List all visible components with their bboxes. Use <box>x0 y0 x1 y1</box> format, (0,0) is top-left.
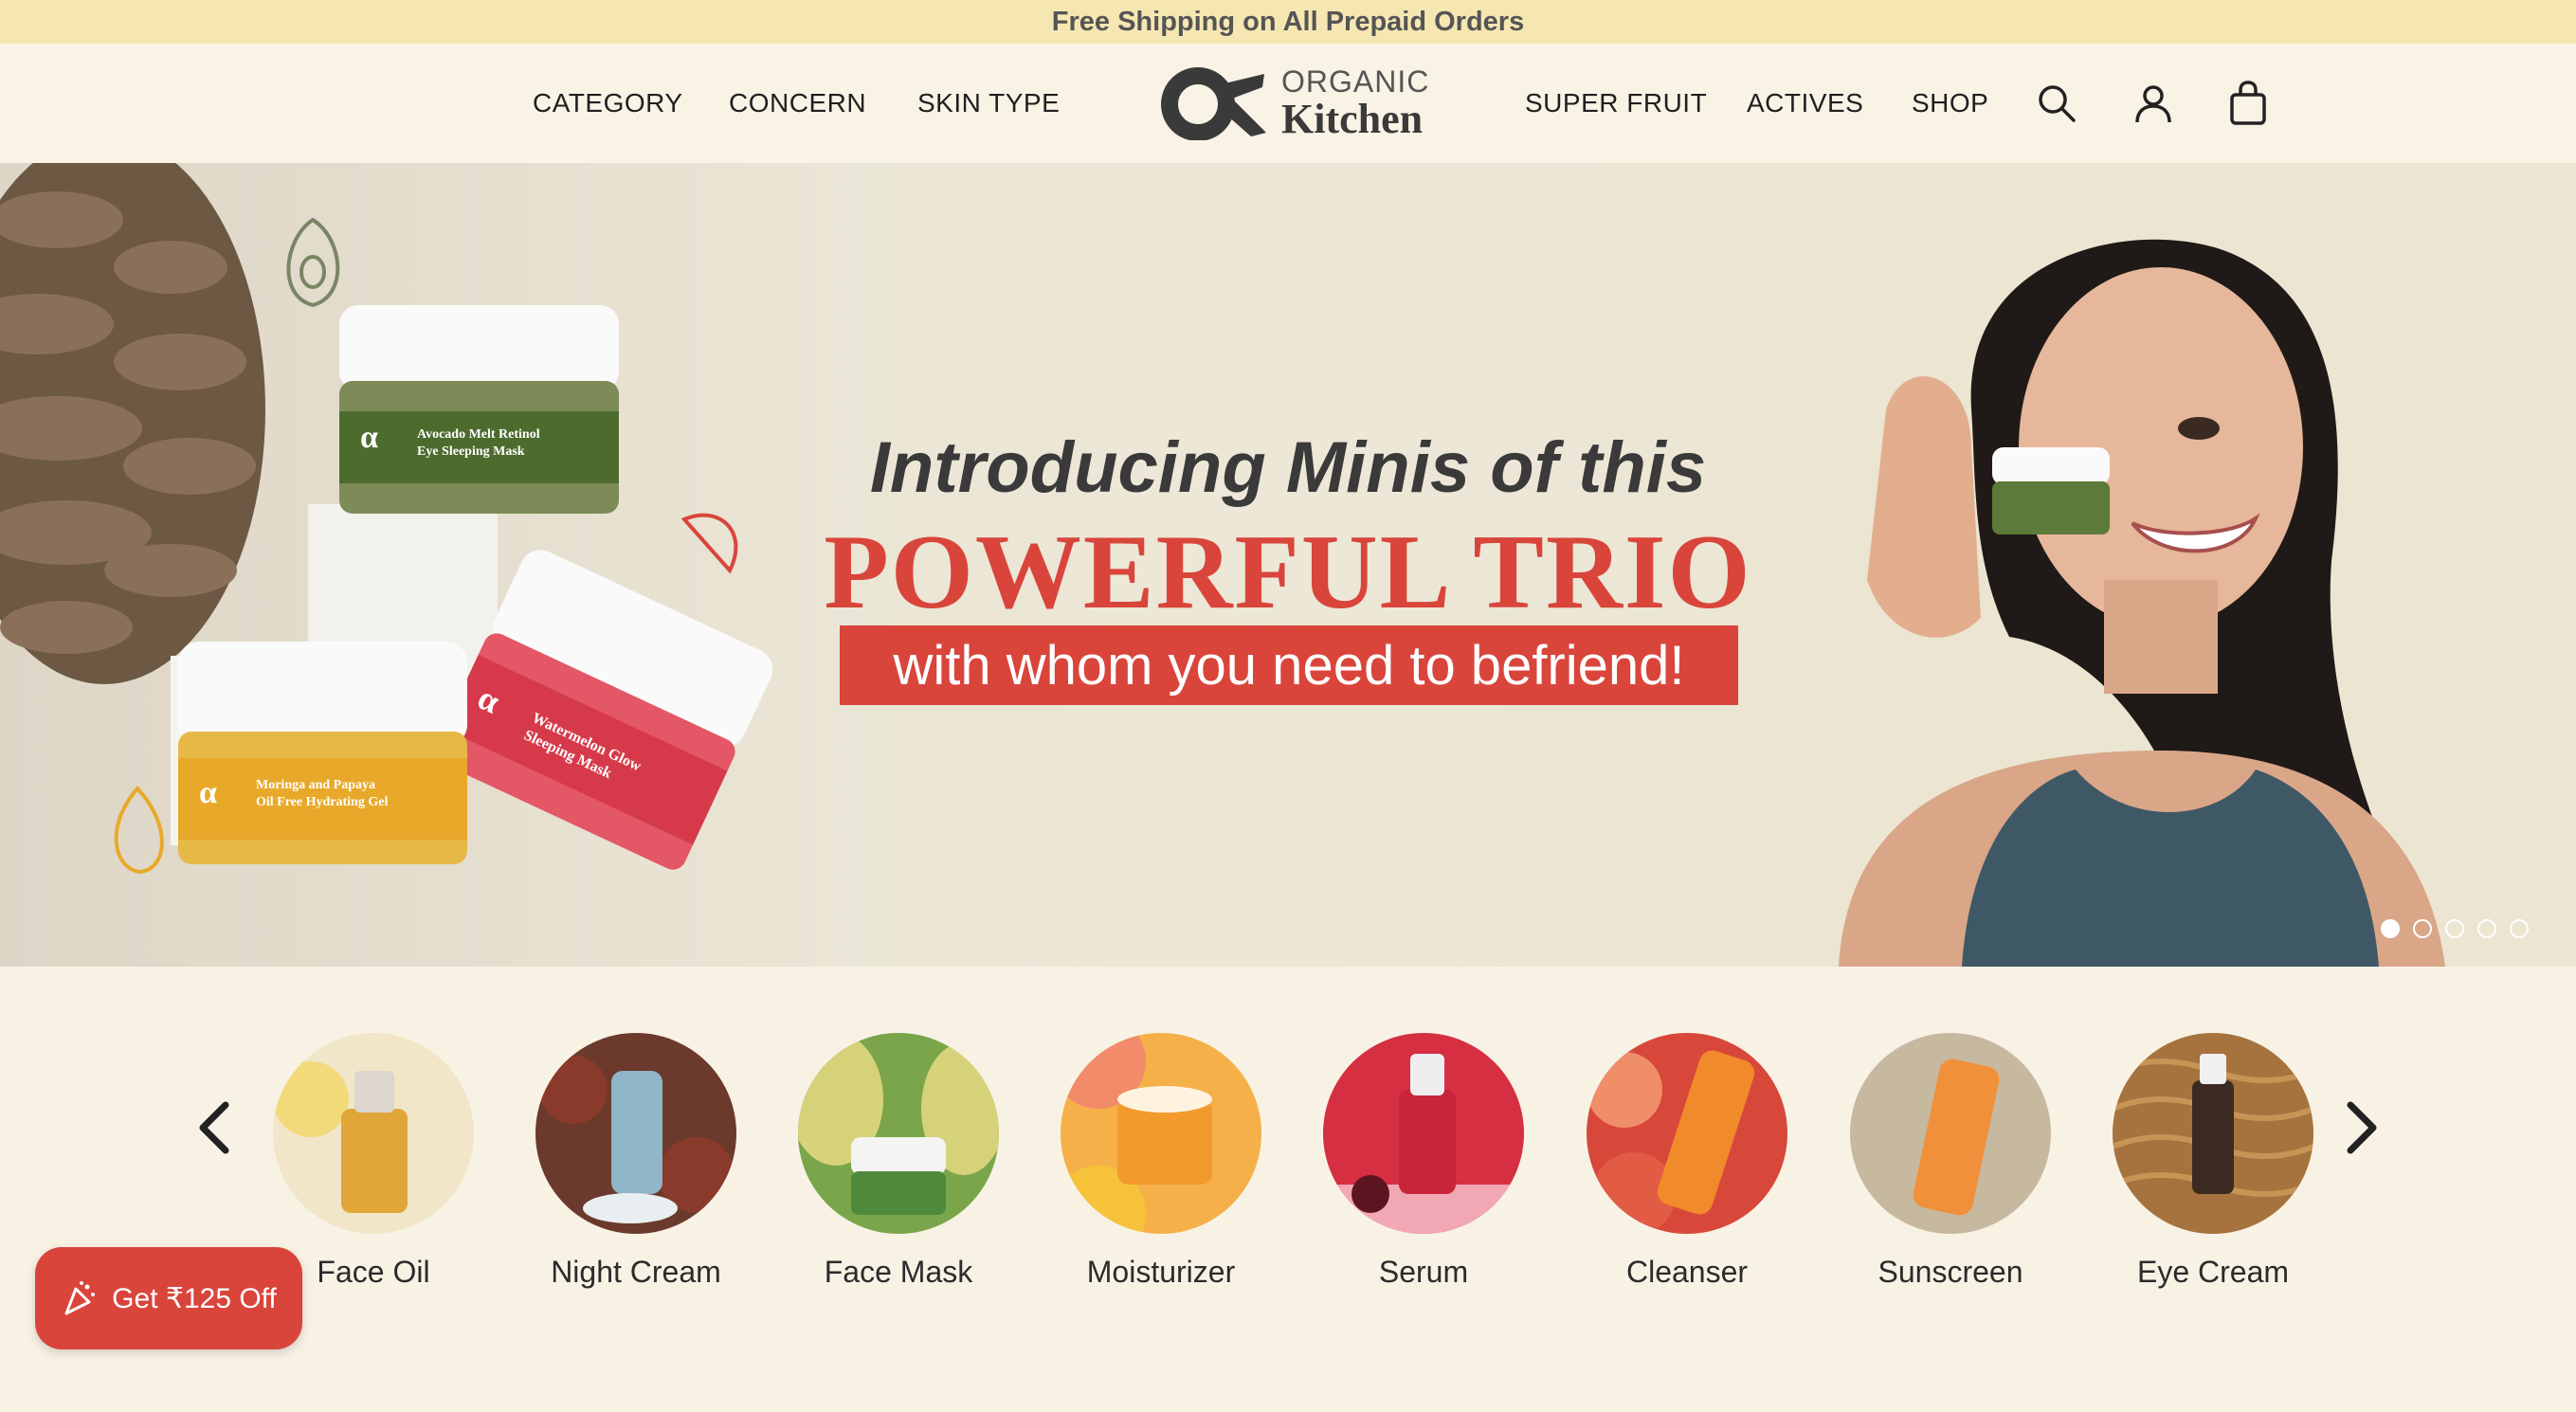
logo-mark-icon <box>1160 66 1272 141</box>
category-label: Face Mask <box>824 1255 973 1289</box>
nav-category[interactable]: CATEGORY <box>533 44 683 163</box>
announcement-bar: Free Shipping on All Prepaid Orders <box>0 0 2576 44</box>
hero-banner[interactable]: α Avocado Melt Retinol Eye Sleeping Mask… <box>0 163 2576 967</box>
carousel-dot-3[interactable] <box>2445 919 2464 938</box>
category-cleanser[interactable]: Cleanser <box>1583 1033 1791 1290</box>
yellow-jar-image: α Moringa and Papaya Oil Free Hydrating … <box>178 642 467 864</box>
category-eye-cream[interactable]: Eye Cream <box>2109 1033 2317 1290</box>
category-sunscreen[interactable]: Sunscreen <box>1846 1033 2055 1290</box>
party-popper-icon <box>64 1281 96 1315</box>
category-face-oil[interactable]: Face Oil <box>269 1033 478 1290</box>
svg-text:α: α <box>199 775 217 810</box>
category-cleanser-image <box>1587 1033 1787 1234</box>
category-label: Moisturizer <box>1086 1255 1236 1289</box>
nav-actives[interactable]: ACTIVES <box>1747 44 1863 163</box>
category-label: Face Oil <box>317 1255 430 1289</box>
nav-skin-type[interactable]: SKIN TYPE <box>917 44 1060 163</box>
logo-text-bottom: Kitchen <box>1281 96 1424 142</box>
category-moisturizer[interactable]: Moisturizer <box>1057 1033 1265 1290</box>
category-serum-image <box>1323 1033 1524 1234</box>
svg-text:Moringa and Papaya: Moringa and Papaya <box>256 778 375 792</box>
hero-line-2: POWERFUL TRIO <box>824 514 1752 631</box>
brand-logo[interactable]: ORGANIC Kitchen <box>1160 63 1428 144</box>
category-moisturizer-image <box>1061 1033 1261 1234</box>
hero-subtitle-box: with whom you need to befriend! <box>840 625 1738 705</box>
carousel-dot-4[interactable] <box>2477 919 2496 938</box>
category-sunscreen-image <box>1850 1033 2051 1234</box>
user-icon[interactable] <box>2130 80 2177 127</box>
carousel-prev-arrow-icon[interactable] <box>186 1090 243 1166</box>
category-label: Eye Cream <box>2136 1255 2290 1289</box>
svg-text:Oil Free Hydrating Gel: Oil Free Hydrating Gel <box>256 795 388 809</box>
carousel-dots <box>2381 919 2529 938</box>
hero-line-3: with whom you need to befriend! <box>893 634 1685 697</box>
category-label: Cleanser <box>1625 1255 1749 1289</box>
hero-headline: Introducing Minis of this <box>0 426 2576 509</box>
carousel-dot-1[interactable] <box>2381 919 2400 938</box>
coupon-button[interactable]: Get ₹125 Off <box>35 1247 302 1349</box>
category-serum[interactable]: Serum <box>1319 1033 1528 1290</box>
hero-title: POWERFUL TRIO <box>0 512 2576 634</box>
announcement-text: Free Shipping on All Prepaid Orders <box>1051 6 1525 37</box>
category-label: Sunscreen <box>1878 1255 2023 1289</box>
shopping-bag-icon[interactable] <box>2224 80 2272 127</box>
category-label: Night Cream <box>551 1255 721 1289</box>
carousel-dot-5[interactable] <box>2510 919 2529 938</box>
nav-shop[interactable]: SHOP <box>1912 44 1988 163</box>
coupon-label: Get ₹125 Off <box>112 1282 277 1314</box>
category-night-cream[interactable]: Night Cream <box>532 1033 740 1290</box>
logo-text-top: ORGANIC <box>1281 64 1430 99</box>
category-label: Serum <box>1378 1255 1469 1289</box>
category-face-mask-image <box>798 1033 999 1234</box>
site-header: CATEGORY CONCERN SKIN TYPE ORGANIC Kitch… <box>0 44 2576 163</box>
hero-line-1: Introducing Minis of this <box>869 427 1707 508</box>
category-face-oil-image <box>273 1033 474 1234</box>
nav-concern[interactable]: CONCERN <box>729 44 866 163</box>
category-eye-cream-image <box>2113 1033 2313 1234</box>
category-face-mask[interactable]: Face Mask <box>794 1033 1003 1290</box>
category-night-cream-image <box>535 1033 736 1234</box>
carousel-next-arrow-icon[interactable] <box>2333 1090 2390 1166</box>
carousel-dot-2[interactable] <box>2413 919 2432 938</box>
search-icon[interactable] <box>2033 80 2080 127</box>
nav-super-fruit[interactable]: SUPER FRUIT <box>1525 44 1707 163</box>
